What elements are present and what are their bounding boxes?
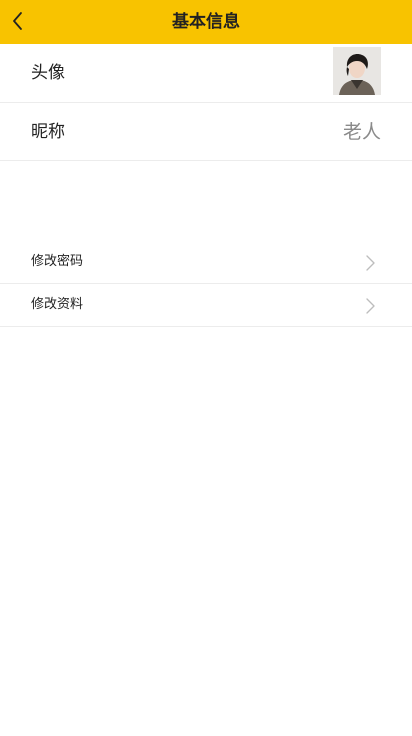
page-title: 基本信息 bbox=[172, 12, 240, 32]
nickname-label: 昵称 bbox=[31, 122, 65, 142]
section-gap bbox=[0, 161, 412, 241]
header-bar: 基本信息 bbox=[0, 0, 412, 44]
avatar[interactable] bbox=[333, 47, 381, 95]
avatar-image bbox=[333, 47, 381, 95]
avatar-row[interactable]: 头像 bbox=[0, 44, 412, 103]
avatar-label: 头像 bbox=[31, 63, 65, 83]
edit-profile-label: 修改资料 bbox=[31, 297, 84, 312]
nickname-row[interactable]: 昵称 老人 bbox=[0, 103, 412, 161]
chevron-right-icon bbox=[366, 298, 375, 314]
change-password-label: 修改密码 bbox=[31, 254, 84, 269]
chevron-right-icon bbox=[366, 255, 375, 271]
change-password-row[interactable]: 修改密码 bbox=[0, 241, 412, 284]
edit-profile-row[interactable]: 修改资料 bbox=[0, 284, 412, 327]
nickname-value: 老人 bbox=[342, 121, 381, 143]
